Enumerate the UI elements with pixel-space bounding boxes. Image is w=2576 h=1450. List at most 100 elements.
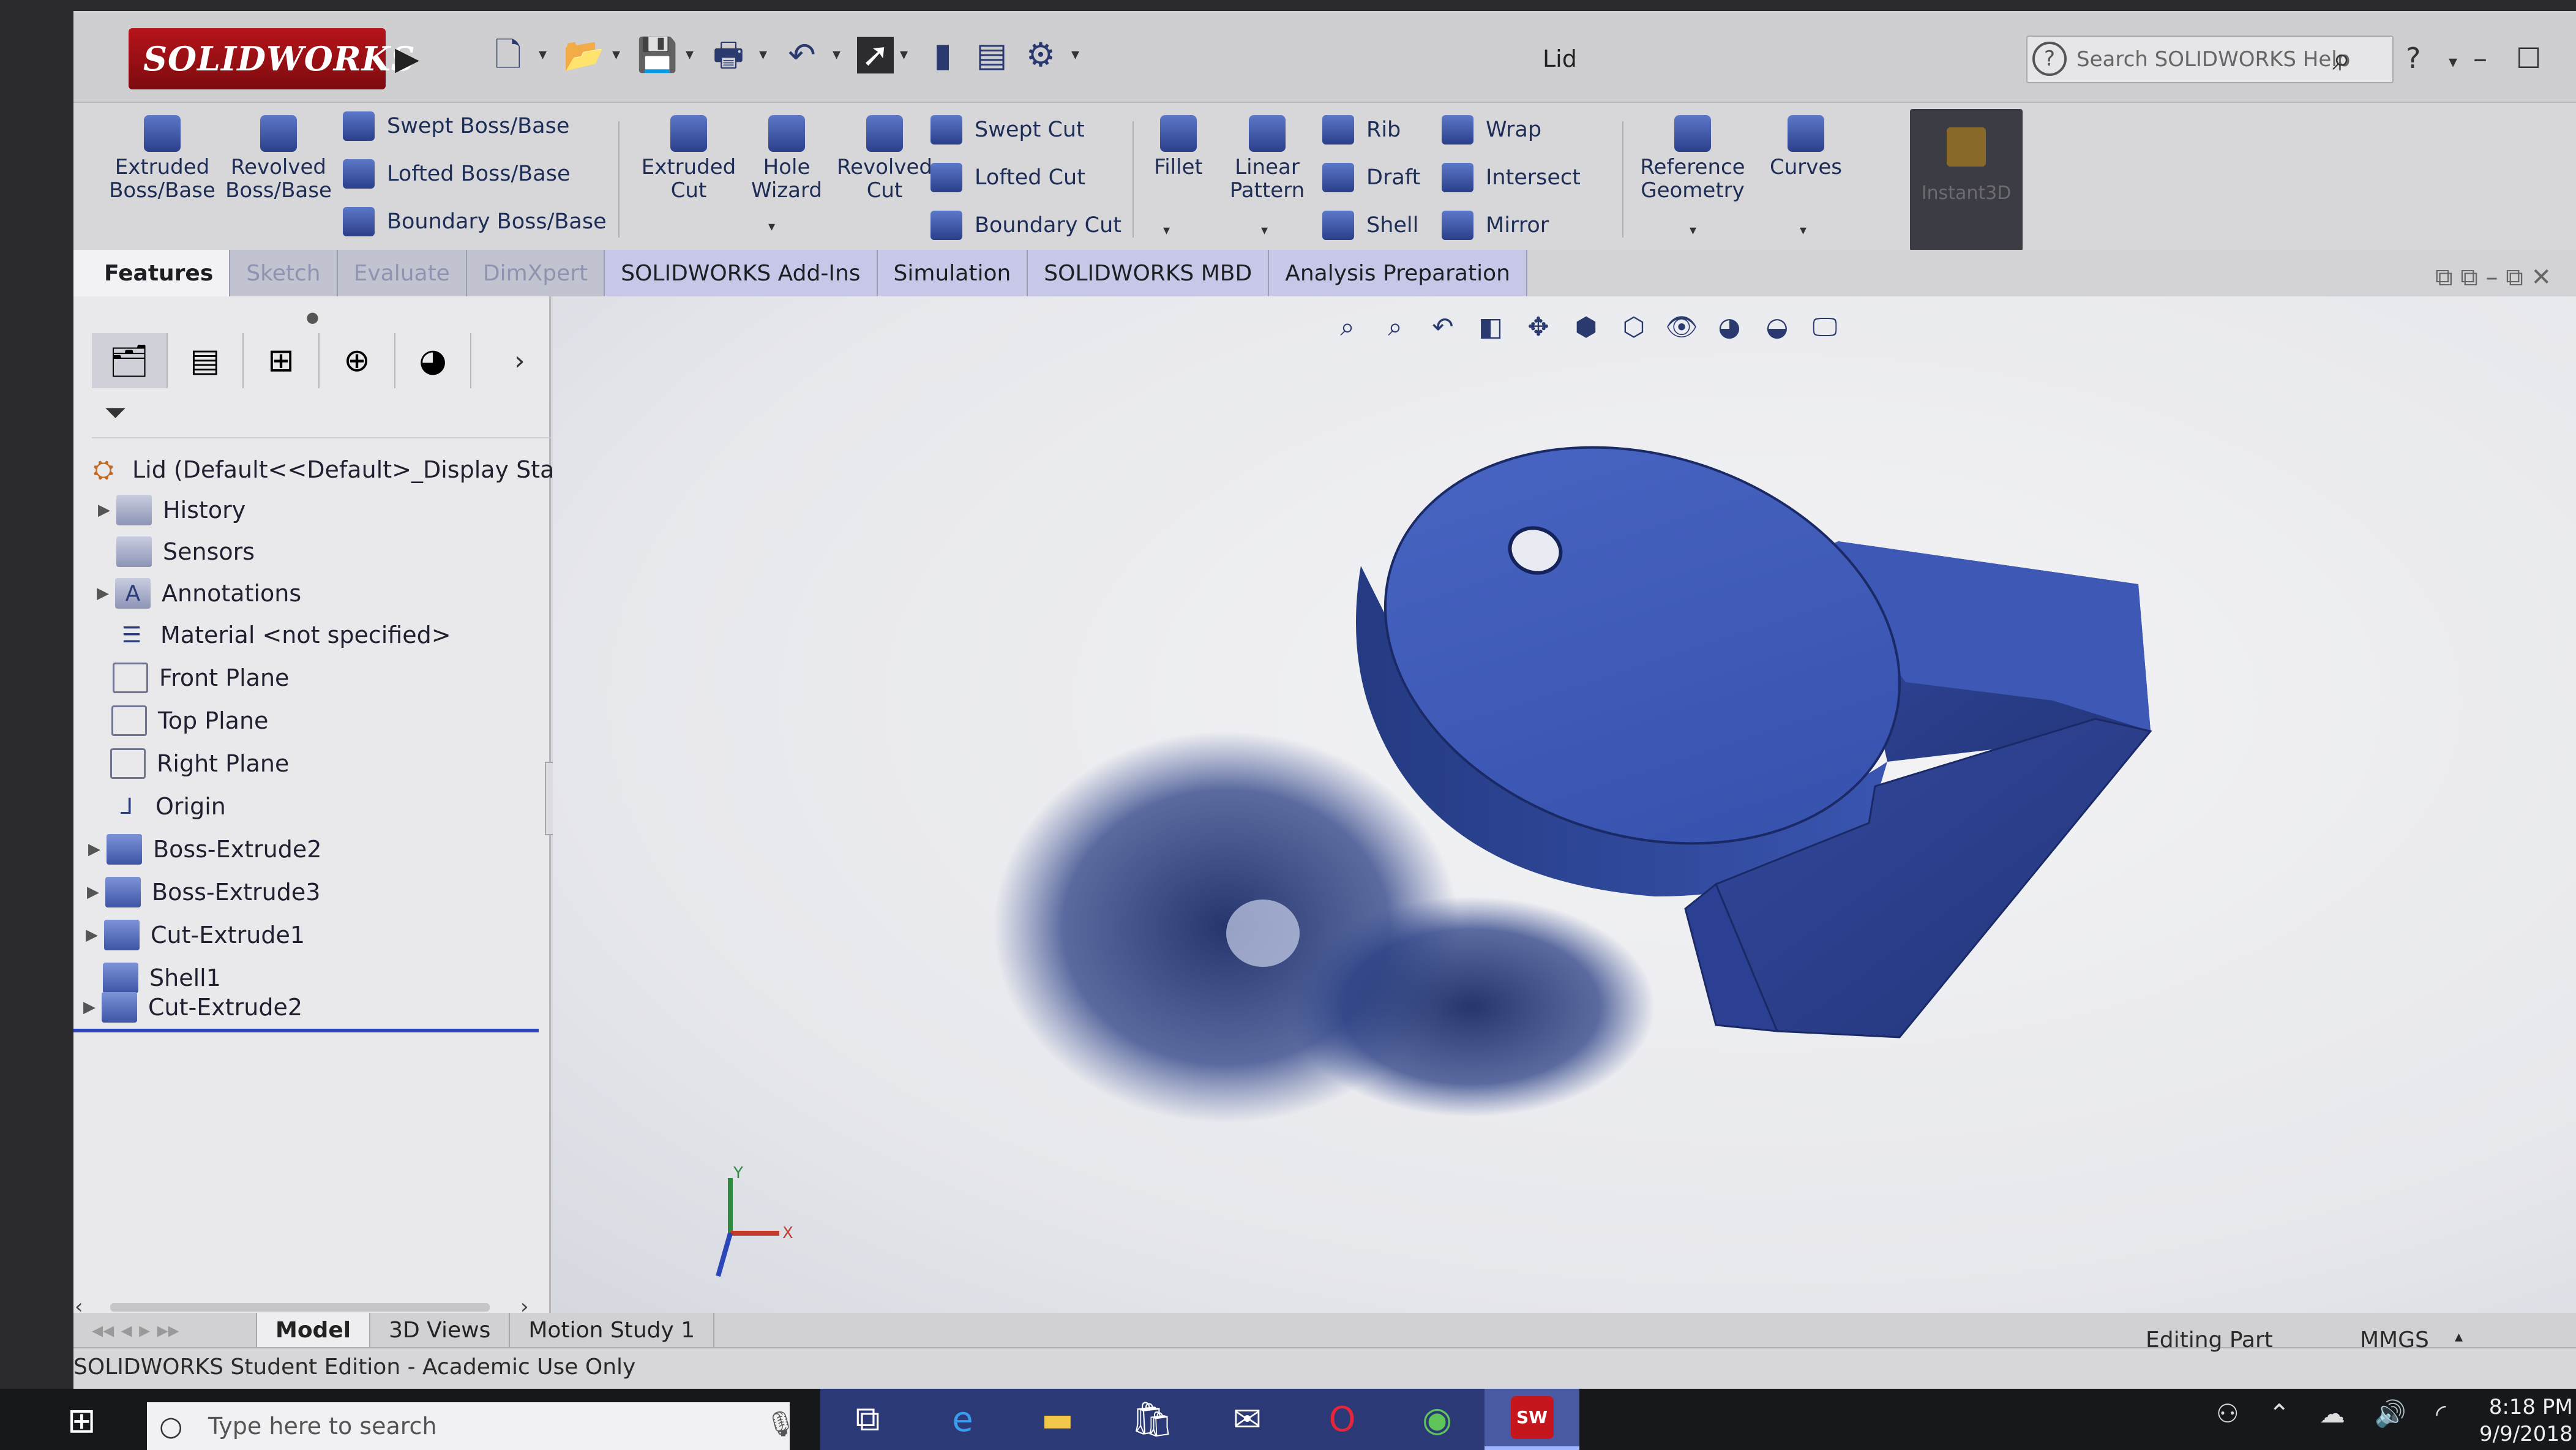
configuration-manager-tab-icon[interactable]: ⊞ — [244, 333, 320, 388]
search-icon[interactable]: ⌕ — [2332, 39, 2351, 78]
options-gear-icon[interactable]: ⚙ — [1022, 37, 1059, 73]
opera-browser-icon[interactable]: O — [1295, 1389, 1390, 1450]
rib-button[interactable]: Rib — [1322, 115, 1401, 145]
panel-grip-icon[interactable]: ● — [306, 309, 319, 326]
start-windows-icon[interactable]: ⊞ — [67, 1401, 110, 1444]
tree-item-boss-extrude3[interactable]: ▶ Boss-Extrude3 — [81, 872, 320, 912]
tree-item-annotations[interactable]: ▶ A Annotations — [91, 573, 301, 614]
tree-item-cut-extrude2[interactable]: ▶ Cut-Extrude2 — [77, 987, 302, 1027]
swept-cut-button[interactable]: Swept Cut — [930, 115, 1085, 145]
tree-filter-icon[interactable]: ⏷ — [92, 396, 551, 438]
tree-item-front-plane[interactable]: Front Plane — [88, 658, 289, 698]
tree-item-material[interactable]: ☰ Material <not specified> — [89, 615, 451, 655]
tree-item-right-plane[interactable]: Right Plane — [86, 743, 289, 784]
mail-icon[interactable]: ✉ — [1200, 1389, 1295, 1450]
tab-solidworks-mbd[interactable]: SOLIDWORKS MBD — [1028, 250, 1270, 296]
expand-arrow-icon[interactable]: ▶ — [77, 998, 102, 1016]
tree-item-boss-extrude2[interactable]: ▶ Boss-Extrude2 — [82, 829, 321, 870]
help-question-icon[interactable]: ? — [2406, 42, 2421, 75]
instant3d-button[interactable]: Instant3D — [1910, 109, 2023, 251]
dimxpert-manager-tab-icon[interactable]: ⊕ — [320, 333, 395, 388]
fillet-dropdown-icon[interactable]: ▾ — [1163, 223, 1170, 238]
save-dropdown-icon[interactable]: ▾ — [686, 45, 694, 64]
mirror-button[interactable]: Mirror — [1442, 211, 1549, 240]
tree-item-history[interactable]: ▶ History — [92, 490, 245, 530]
people-icon[interactable]: ⚇ — [2216, 1399, 2239, 1429]
undo-dropdown-icon[interactable]: ▾ — [833, 45, 841, 64]
tab-features[interactable]: Features — [73, 250, 231, 296]
tree-item-origin[interactable]: ⅃ Origin — [84, 786, 226, 827]
lofted-cut-button[interactable]: Lofted Cut — [930, 163, 1085, 192]
tab-analysis-preparation[interactable]: Analysis Preparation — [1269, 250, 1527, 296]
revolved-cut-button[interactable]: Revolved Cut — [826, 115, 943, 202]
intersect-button[interactable]: Intersect — [1442, 163, 1581, 192]
tree-root-part[interactable]: ⛭ Lid (Default<<Default>_Display Stat — [86, 449, 563, 490]
part-model-viewport[interactable] — [553, 296, 2576, 1313]
file-properties-icon[interactable]: ▤ — [973, 37, 1010, 73]
units-dropdown-icon[interactable]: ▴ — [2455, 1328, 2463, 1346]
property-manager-tab-icon[interactable]: ▤ — [168, 333, 244, 388]
edge-browser-icon[interactable]: e — [915, 1389, 1010, 1450]
options-dropdown-icon[interactable]: ▾ — [1071, 45, 1079, 64]
linear-pattern-dropdown-icon[interactable]: ▾ — [1261, 223, 1268, 238]
shell-button[interactable]: Shell — [1322, 211, 1418, 240]
open-icon[interactable]: 📂 — [563, 37, 604, 73]
file-explorer-icon[interactable]: ▬ — [1010, 1389, 1105, 1450]
more-tabs-chevron-icon[interactable]: › — [514, 345, 525, 377]
expand-arrow-icon[interactable]: ▶ — [81, 883, 105, 901]
print-icon[interactable]: 🖶 — [710, 37, 747, 73]
onedrive-cloud-icon[interactable]: ☁ — [2320, 1399, 2345, 1429]
tab-solidworks-add-ins[interactable]: SOLIDWORKS Add-Ins — [605, 250, 878, 296]
tab-evaluate[interactable]: Evaluate — [337, 250, 467, 296]
tab-sketch[interactable]: Sketch — [230, 250, 338, 296]
expand-arrow-icon[interactable]: ▶ — [91, 584, 115, 603]
tab-motion-study-1[interactable]: Motion Study 1 — [510, 1313, 715, 1347]
tab-dimxpert[interactable]: DimXpert — [466, 250, 605, 296]
reference-geometry-dropdown-icon[interactable]: ▾ — [1690, 223, 1696, 238]
open-dropdown-icon[interactable]: ▾ — [612, 45, 620, 64]
tree-item-cut-extrude1[interactable]: ▶ Cut-Extrude1 — [80, 915, 305, 955]
new-document-icon[interactable]: 🗋 — [490, 37, 526, 73]
boundary-boss-button[interactable]: Boundary Boss/Base — [343, 207, 607, 236]
feature-manager-tree-tab-icon[interactable]: 🗂 — [92, 333, 168, 388]
show-hidden-icons-icon[interactable]: ⌃ — [2269, 1399, 2290, 1429]
minimize-icon[interactable]: – — [2473, 42, 2487, 75]
task-view-icon[interactable]: ⧉ — [820, 1389, 915, 1450]
microphone-icon[interactable]: 🎙 — [765, 1410, 796, 1438]
expand-arrow-icon[interactable]: ▶ — [82, 840, 107, 858]
curves-dropdown-icon[interactable]: ▾ — [1800, 223, 1807, 238]
tab-3d-views[interactable]: 3D Views — [370, 1313, 511, 1347]
unit-system-selector[interactable]: MMGS — [2360, 1328, 2429, 1353]
tree-item-sensors[interactable]: Sensors — [92, 532, 255, 572]
rebuild-icon[interactable]: ▮ — [924, 37, 961, 73]
scroll-thumb[interactable] — [110, 1303, 490, 1312]
lofted-boss-button[interactable]: Lofted Boss/Base — [343, 159, 571, 189]
select-arrow-icon[interactable]: ➚ — [857, 37, 894, 73]
volume-icon[interactable]: 🔊 — [2375, 1399, 2406, 1429]
select-dropdown-icon[interactable]: ▾ — [900, 45, 908, 64]
fillet-button[interactable]: Fillet — [1139, 115, 1218, 179]
chrome-browser-icon[interactable]: ◉ — [1390, 1389, 1485, 1450]
taskbar-clock[interactable]: 8:18 PM 9/9/2018 — [2479, 1394, 2573, 1448]
maximize-icon[interactable]: ☐ — [2516, 42, 2541, 75]
wifi-icon[interactable]: ◜ — [2436, 1399, 2446, 1429]
expand-arrow-icon[interactable]: ▶ — [92, 501, 116, 519]
save-icon[interactable]: 💾 — [637, 37, 678, 73]
solidworks-taskbar-icon[interactable]: SW — [1485, 1389, 1579, 1450]
solidworks-logo[interactable]: SOLIDWORKS — [129, 28, 415, 89]
wrap-button[interactable]: Wrap — [1442, 115, 1541, 145]
help-circle-icon[interactable]: ? — [2032, 42, 2067, 76]
draft-button[interactable]: Draft — [1322, 163, 1420, 192]
tree-item-top-plane[interactable]: Top Plane — [87, 701, 268, 741]
undo-icon[interactable]: ↶ — [784, 37, 820, 73]
linear-pattern-button[interactable]: Linear Pattern — [1218, 115, 1316, 202]
rollback-bar[interactable] — [73, 1029, 539, 1032]
tab-simulation[interactable]: Simulation — [877, 250, 1028, 296]
help-dropdown-icon[interactable]: ▾ — [2449, 51, 2457, 72]
swept-boss-button[interactable]: Swept Boss/Base — [343, 111, 569, 141]
menu-flyout-arrow-icon[interactable]: ▶ — [395, 40, 419, 77]
extruded-boss-button[interactable]: Extruded Boss/Base — [104, 115, 220, 202]
print-dropdown-icon[interactable]: ▾ — [759, 45, 767, 64]
new-dropdown-icon[interactable]: ▾ — [539, 45, 547, 64]
graphics-area[interactable]: ⌕ ⌕ ↶ ◧ ✥ ⬢ ⬡ 👁 ◕ ◒ 🖵 Y X — [553, 296, 2576, 1313]
